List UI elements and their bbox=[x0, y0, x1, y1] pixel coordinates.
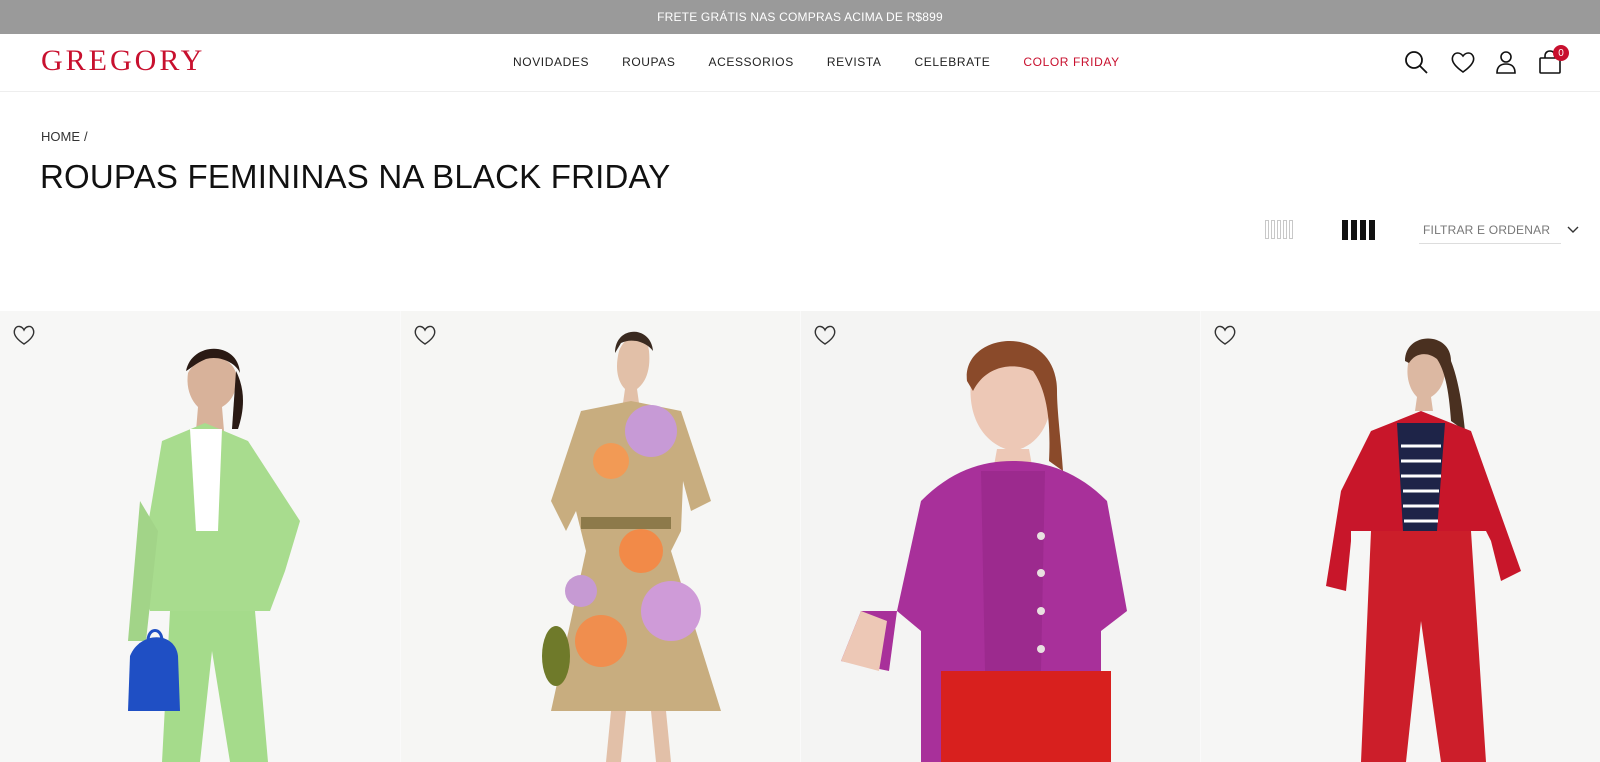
product-card[interactable] bbox=[1200, 311, 1600, 762]
product-image-floral-dress bbox=[401, 311, 800, 762]
grid-column-icon bbox=[1265, 220, 1269, 239]
user-icon[interactable] bbox=[1492, 48, 1520, 76]
cart-count-badge: 0 bbox=[1553, 45, 1569, 61]
grid-column-icon bbox=[1271, 220, 1275, 239]
nav-item-novidades[interactable]: NOVIDADES bbox=[513, 55, 589, 69]
grid-4-columns-toggle[interactable] bbox=[1342, 220, 1375, 240]
filter-sort-dropdown[interactable]: FILTRAR E ORDENAR bbox=[1419, 220, 1579, 244]
grid-column-icon bbox=[1289, 220, 1293, 239]
brand-logo[interactable]: GREGORY bbox=[41, 46, 205, 76]
nav-item-revista[interactable]: REVISTA bbox=[827, 55, 882, 69]
grid-column-icon bbox=[1369, 220, 1375, 240]
main-nav: NOVIDADES ROUPAS ACESSORIOS REVISTA CELE… bbox=[513, 55, 1120, 69]
breadcrumb-separator: / bbox=[84, 129, 88, 144]
breadcrumb: HOME / bbox=[41, 129, 88, 144]
nav-item-celebrate[interactable]: CELEBRATE bbox=[915, 55, 991, 69]
grid-5-columns-toggle[interactable] bbox=[1265, 220, 1293, 239]
product-grid bbox=[0, 311, 1600, 762]
product-card[interactable] bbox=[400, 311, 800, 762]
nav-item-color-friday[interactable]: COLOR FRIDAY bbox=[1023, 55, 1119, 69]
grid-column-icon bbox=[1342, 220, 1348, 240]
page-title: ROUPAS FEMININAS NA BLACK FRIDAY bbox=[40, 158, 671, 195]
promo-text: FRETE GRÁTIS NAS COMPRAS ACIMA DE R$899 bbox=[657, 10, 943, 24]
product-image-green-suit bbox=[0, 311, 400, 762]
header-actions bbox=[1402, 48, 1572, 78]
grid-column-icon bbox=[1351, 220, 1357, 240]
search-icon[interactable] bbox=[1402, 48, 1430, 76]
grid-column-icon bbox=[1277, 220, 1281, 239]
promo-bar: FRETE GRÁTIS NAS COMPRAS ACIMA DE R$899 bbox=[0, 0, 1600, 34]
wishlist-heart-icon[interactable] bbox=[11, 323, 37, 347]
nav-item-roupas[interactable]: ROUPAS bbox=[622, 55, 675, 69]
product-card[interactable] bbox=[800, 311, 1200, 762]
product-card[interactable] bbox=[0, 311, 400, 762]
nav-item-acessorios[interactable]: ACESSORIOS bbox=[708, 55, 793, 69]
grid-column-icon bbox=[1360, 220, 1366, 240]
chevron-down-icon bbox=[1567, 226, 1579, 233]
grid-column-icon bbox=[1283, 220, 1287, 239]
product-image-red-jacket bbox=[1201, 311, 1600, 762]
heart-icon[interactable] bbox=[1449, 48, 1477, 76]
wishlist-heart-icon[interactable] bbox=[812, 323, 838, 347]
site-header: GREGORY NOVIDADES ROUPAS ACESSORIOS REVI… bbox=[0, 34, 1600, 92]
product-image-magenta-cardigan bbox=[801, 311, 1200, 762]
wishlist-heart-icon[interactable] bbox=[412, 323, 438, 347]
wishlist-heart-icon[interactable] bbox=[1212, 323, 1238, 347]
filter-sort-label: FILTRAR E ORDENAR bbox=[1423, 223, 1551, 237]
breadcrumb-home[interactable]: HOME bbox=[41, 129, 80, 144]
